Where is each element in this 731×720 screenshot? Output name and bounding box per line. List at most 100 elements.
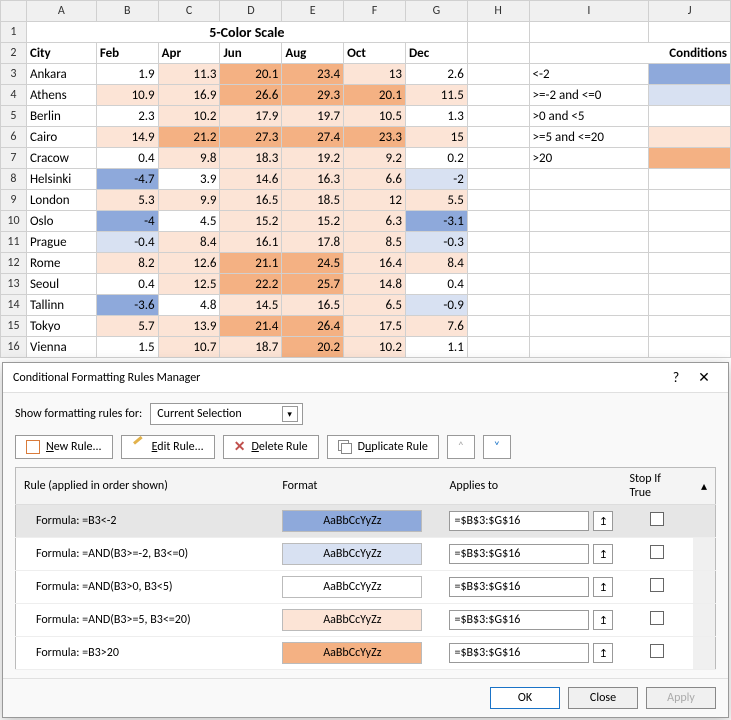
value-cell[interactable]: 20.1 xyxy=(220,64,282,85)
value-cell[interactable]: 11.5 xyxy=(405,85,467,106)
cell[interactable] xyxy=(467,43,529,64)
row-header[interactable]: 10 xyxy=(1,211,27,232)
city-cell[interactable]: Tokyo xyxy=(26,316,96,337)
value-cell[interactable]: 1.5 xyxy=(96,337,158,358)
cell[interactable] xyxy=(529,253,649,274)
cell[interactable] xyxy=(649,253,731,274)
range-picker-icon[interactable]: ↥ xyxy=(593,643,613,663)
city-cell[interactable]: Rome xyxy=(26,253,96,274)
cell[interactable] xyxy=(649,337,731,358)
value-cell[interactable]: 9.9 xyxy=(158,190,220,211)
value-cell[interactable]: 27.3 xyxy=(220,127,282,148)
row-header[interactable]: 7 xyxy=(1,148,27,169)
scrollbar-track[interactable] xyxy=(693,538,716,571)
row-header[interactable]: 11 xyxy=(1,232,27,253)
city-cell[interactable]: Prague xyxy=(26,232,96,253)
city-cell[interactable]: Tallinn xyxy=(26,295,96,316)
city-cell[interactable]: Cracow xyxy=(26,148,96,169)
ok-button[interactable]: OK xyxy=(490,687,560,709)
value-cell[interactable]: -0.4 xyxy=(96,232,158,253)
city-cell[interactable]: Oslo xyxy=(26,211,96,232)
condition-label[interactable]: >0 and <5 xyxy=(529,106,649,127)
cell[interactable] xyxy=(467,190,529,211)
col-header[interactable]: E xyxy=(282,1,344,22)
value-cell[interactable]: 16.5 xyxy=(220,190,282,211)
cell[interactable] xyxy=(649,274,731,295)
row-header[interactable]: 3 xyxy=(1,64,27,85)
value-cell[interactable]: -3.1 xyxy=(405,211,467,232)
cell[interactable] xyxy=(649,211,731,232)
value-cell[interactable]: 15.2 xyxy=(282,211,344,232)
value-cell[interactable]: 10.2 xyxy=(344,337,406,358)
value-cell[interactable]: -0.3 xyxy=(405,232,467,253)
applies-to-input[interactable] xyxy=(449,643,589,663)
value-cell[interactable]: 19.7 xyxy=(282,106,344,127)
chevron-down-icon[interactable]: ▾ xyxy=(282,406,298,422)
value-cell[interactable]: 14.6 xyxy=(220,169,282,190)
cell[interactable] xyxy=(467,232,529,253)
value-cell[interactable]: 12.6 xyxy=(158,253,220,274)
scrollbar-track[interactable] xyxy=(693,571,716,604)
row-header[interactable]: 5 xyxy=(1,106,27,127)
cell[interactable] xyxy=(649,190,731,211)
city-cell[interactable]: Vienna xyxy=(26,337,96,358)
cell[interactable] xyxy=(467,22,529,43)
cell[interactable] xyxy=(529,190,649,211)
header-dec[interactable]: Dec xyxy=(405,43,467,64)
value-cell[interactable]: 13 xyxy=(344,64,406,85)
applies-to-input[interactable] xyxy=(449,544,589,564)
help-button[interactable]: ? xyxy=(662,369,690,386)
value-cell[interactable]: 0.4 xyxy=(405,274,467,295)
row-header[interactable]: 16 xyxy=(1,337,27,358)
scope-select[interactable]: Current Selection ▾ xyxy=(150,403,302,425)
sheet-title[interactable]: 5-Color Scale xyxy=(26,22,467,43)
value-cell[interactable]: 17.8 xyxy=(282,232,344,253)
value-cell[interactable]: 23.3 xyxy=(344,127,406,148)
stop-if-true-checkbox[interactable] xyxy=(650,512,664,526)
rule-row[interactable]: Formula: =AND(B3>=-2, B3<=0)AaBbCcYyZz↥ xyxy=(16,538,716,571)
header-apr[interactable]: Apr xyxy=(158,43,220,64)
value-cell[interactable]: 5.7 xyxy=(96,316,158,337)
value-cell[interactable]: -3.6 xyxy=(96,295,158,316)
value-cell[interactable]: -4.7 xyxy=(96,169,158,190)
value-cell[interactable]: 14.8 xyxy=(344,274,406,295)
cell[interactable] xyxy=(649,295,731,316)
row-header[interactable]: 6 xyxy=(1,127,27,148)
city-cell[interactable]: Helsinki xyxy=(26,169,96,190)
col-header[interactable]: C xyxy=(158,1,220,22)
value-cell[interactable]: 4.5 xyxy=(158,211,220,232)
cell[interactable] xyxy=(529,22,649,43)
cell[interactable] xyxy=(649,22,731,43)
cell[interactable] xyxy=(529,337,649,358)
value-cell[interactable]: 12 xyxy=(344,190,406,211)
value-cell[interactable]: 10.9 xyxy=(96,85,158,106)
delete-rule-button[interactable]: ✕ Delete Rule xyxy=(223,435,319,459)
value-cell[interactable]: 1.1 xyxy=(405,337,467,358)
select-all-corner[interactable] xyxy=(1,1,27,22)
cell[interactable] xyxy=(467,64,529,85)
city-cell[interactable]: Berlin xyxy=(26,106,96,127)
value-cell[interactable]: 7.6 xyxy=(405,316,467,337)
header-aug[interactable]: Aug xyxy=(282,43,344,64)
value-cell[interactable]: 15.2 xyxy=(220,211,282,232)
value-cell[interactable]: 8.5 xyxy=(344,232,406,253)
value-cell[interactable]: 5.5 xyxy=(405,190,467,211)
header-jun[interactable]: Jun xyxy=(220,43,282,64)
condition-swatch[interactable] xyxy=(649,127,731,148)
row-header[interactable]: 15 xyxy=(1,316,27,337)
col-header[interactable]: A xyxy=(26,1,96,22)
cell[interactable] xyxy=(529,169,649,190)
cell[interactable] xyxy=(649,169,731,190)
cell[interactable] xyxy=(467,148,529,169)
condition-label[interactable]: >=-2 and <=0 xyxy=(529,85,649,106)
duplicate-rule-button[interactable]: Duplicate Rule xyxy=(327,435,439,459)
scrollbar-track[interactable] xyxy=(693,637,716,670)
value-cell[interactable]: 24.5 xyxy=(282,253,344,274)
row-header[interactable]: 8 xyxy=(1,169,27,190)
value-cell[interactable]: 20.1 xyxy=(344,85,406,106)
row-header[interactable]: 1 xyxy=(1,22,27,43)
rule-row[interactable]: Formula: =AND(B3>0, B3<5)AaBbCcYyZz↥ xyxy=(16,571,716,604)
value-cell[interactable]: 21.1 xyxy=(220,253,282,274)
value-cell[interactable]: 2.3 xyxy=(96,106,158,127)
new-rule-button[interactable]: New Rule... xyxy=(15,435,113,459)
